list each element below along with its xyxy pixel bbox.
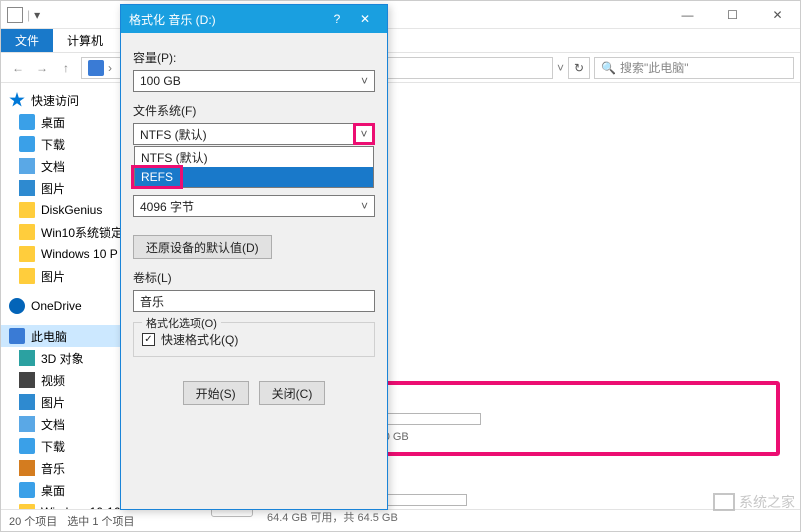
quick-format-checkbox[interactable]: ✓ 快速格式化(Q) [142,331,366,348]
ribbon-computer-tab[interactable]: 计算机 [53,29,117,52]
music-icon [19,460,35,476]
pic-icon [19,394,35,410]
watermark: 系统之家 [713,492,795,512]
pic-icon [19,180,35,196]
desktop-icon [19,482,35,498]
folder-icon [19,202,35,218]
drive-icon [19,504,35,509]
qat-dropdown[interactable]: ▾ [34,8,40,22]
drive-local-free: 64.4 GB 可用，共 64.5 GB [267,509,467,525]
fs-option-refs[interactable]: REFS [135,167,373,187]
onedrive-icon [9,298,25,314]
capacity-label: 容量(P): [133,49,375,66]
maximize-button[interactable]: ☐ [710,1,755,29]
format-dialog: 格式化 音乐 (D:) ? ✕ 容量(P): 100 GB ˅ 文件系统(F) … [120,4,388,510]
pc-icon [88,60,104,76]
close-button[interactable]: ✕ [755,1,800,29]
path-dropdown[interactable]: ˅ [557,61,564,75]
nav-forward-button[interactable]: → [31,57,53,79]
qat-sep: | [27,8,30,22]
restore-defaults-button[interactable]: 还原设备的默认值(D) [133,235,272,259]
doc-icon [19,416,35,432]
search-placeholder: 搜索"此电脑" [620,59,689,76]
fs-dropdown-arrow-highlight: ˅ [353,123,375,145]
refresh-button[interactable]: ↻ [568,57,590,79]
download-icon [19,438,35,454]
dialog-titlebar: 格式化 音乐 (D:) ? ✕ [121,5,387,33]
volume-label-label: 卷标(L) [133,269,375,286]
app-icon [7,7,23,23]
house-icon [713,493,735,511]
status-item-count: 20 个项目 [9,513,57,529]
pc-icon [9,328,25,344]
nav-back-button[interactable]: ← [7,57,29,79]
volume-label-input[interactable]: 音乐 [133,290,375,312]
capacity-select[interactable]: 100 GB ˅ [133,70,375,92]
close-dialog-button[interactable]: 关闭(C) [259,381,326,405]
filesystem-label: 文件系统(F) [133,102,375,119]
format-options-legend: 格式化选项(O) [142,315,221,331]
minimize-button[interactable]: — [665,1,710,29]
video-icon [19,372,35,388]
chevron-down-icon: ˅ [360,127,367,141]
nav-up-button[interactable]: ↑ [55,57,77,79]
status-selected: 选中 1 个项目 [67,513,134,529]
search-input[interactable]: 🔍 搜索"此电脑" [594,57,794,79]
dialog-close-button[interactable]: ✕ [351,12,379,26]
ribbon-file-tab[interactable]: 文件 [1,29,53,52]
dialog-title: 格式化 音乐 (D:) [129,11,323,28]
filesystem-select[interactable]: NTFS (默认) ˅ NTFS (默认) REFS [133,123,375,145]
start-button[interactable]: 开始(S) [183,381,249,405]
fs-option-ntfs[interactable]: NTFS (默认) [135,147,373,167]
filesystem-dropdown: NTFS (默认) REFS [134,146,374,188]
folder-icon [19,224,35,240]
allocation-select[interactable]: 4096 字节 ˅ [133,195,375,217]
folder-icon [19,246,35,262]
star-icon [9,92,25,108]
format-options-group: 格式化选项(O) ✓ 快速格式化(Q) [133,322,375,357]
chevron-down-icon: ˅ [361,74,368,88]
chevron-down-icon: ˅ [361,199,368,213]
download-icon [19,136,35,152]
folder-icon [19,268,35,284]
chevron-right-icon: › [108,61,112,75]
doc-icon [19,158,35,174]
dialog-help-button[interactable]: ? [323,12,351,26]
desktop-icon [19,114,35,130]
search-icon: 🔍 [601,61,616,75]
checkbox-checked-icon: ✓ [142,333,155,346]
cube-icon [19,350,35,366]
